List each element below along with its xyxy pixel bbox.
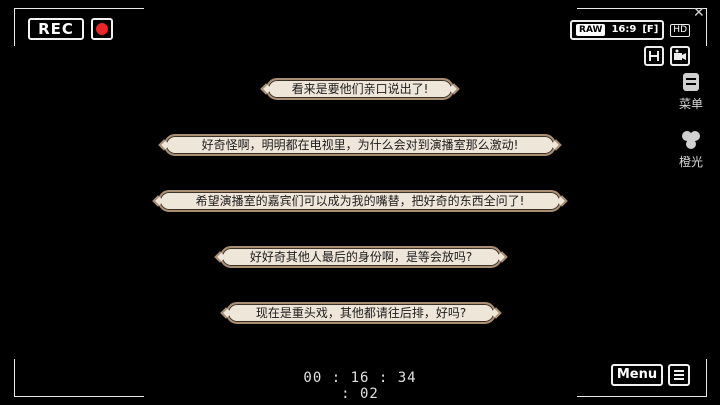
- frame-corner-bottom-right-vertical: [706, 359, 707, 397]
- side-menu-button[interactable]: 菜单: [676, 72, 706, 112]
- notepad-icon: [683, 73, 699, 91]
- camera-mode-icons: [644, 46, 690, 66]
- side-orange-label: 橙光: [678, 155, 703, 169]
- camera-info: RAW 16:9 [F] HD: [570, 20, 690, 40]
- dialogue-bubble[interactable]: 希望演播室的嘉宾们可以成为我的嘴替，把好奇的东西全问了!: [158, 190, 562, 212]
- record-dot-icon: [96, 23, 108, 35]
- frame-corner-top-left-vertical: [14, 8, 15, 46]
- flash-indicator: [F]: [642, 24, 659, 35]
- frame-corner-bottom-left: [14, 396, 144, 397]
- list-icon[interactable]: [668, 364, 690, 386]
- video-camera-icon: [670, 46, 690, 66]
- frame-corner-top-right: [577, 8, 707, 9]
- frame-corner-top-left: [14, 8, 144, 9]
- menu-button[interactable]: Menu: [611, 364, 663, 386]
- dialogue-bubble[interactable]: 看来是要他们亲口说出了!: [266, 78, 454, 100]
- aspect-ratio: 16:9: [611, 24, 637, 35]
- dialogue-bubble[interactable]: 现在是重头戏，其他都请往后排，好吗?: [226, 302, 496, 324]
- side-orange-button[interactable]: 橙光: [676, 130, 706, 170]
- close-icon[interactable]: ✕: [693, 6, 707, 20]
- dialogue-bubble[interactable]: 好奇怪啊，明明都在电视里，为什么会对到演播室那么激动!: [164, 134, 556, 156]
- timecode: 00 : 16 : 34 : 02: [303, 370, 417, 402]
- rec-label: REC: [28, 18, 84, 40]
- rec-indicator: [91, 18, 113, 40]
- raw-tag: RAW: [576, 24, 606, 36]
- side-menu-label: 菜单: [678, 97, 703, 111]
- hd-tag: HD: [670, 23, 690, 37]
- dialogue-bubble[interactable]: 好好奇其他人最后的身份啊，是等会放吗?: [220, 246, 502, 268]
- frame-corner-bottom-right: [577, 396, 707, 397]
- frame-corner-bottom-left-vertical: [14, 359, 15, 397]
- camera-settings-box: RAW 16:9 [F]: [570, 20, 665, 40]
- h-mode-icon: [644, 46, 664, 66]
- orange-logo-icon: [682, 131, 700, 149]
